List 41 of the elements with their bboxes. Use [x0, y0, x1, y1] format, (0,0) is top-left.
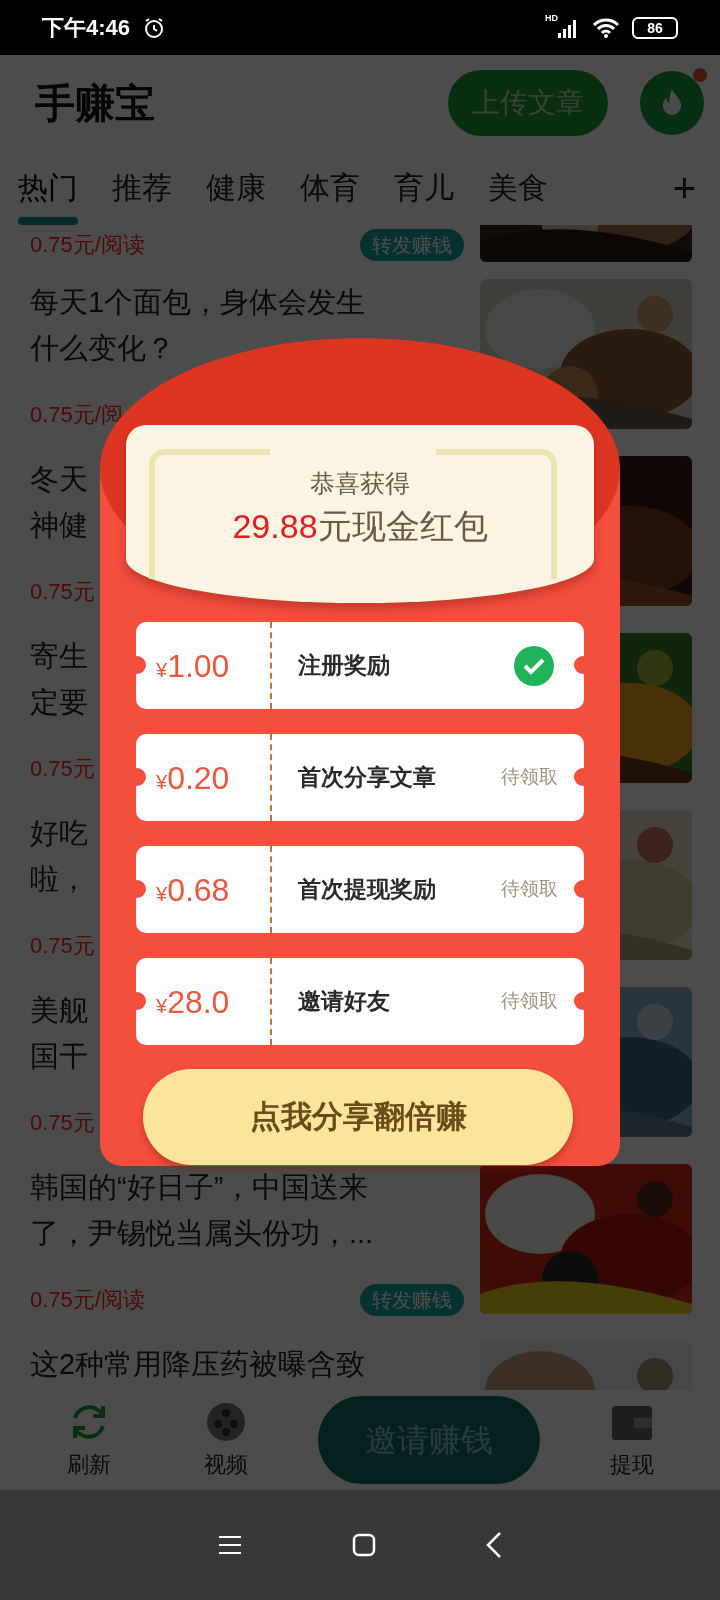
- article-reward: 0.75元: [30, 578, 95, 606]
- coupon-title: 首次分享文章: [298, 763, 436, 793]
- article-reward: 0.75元: [30, 1109, 95, 1137]
- article-reward: 0.75元: [30, 755, 95, 783]
- battery-indicator: 86: [632, 16, 678, 39]
- article-reward: 0.75元/阅读: [30, 231, 145, 259]
- share-double-button[interactable]: 点我分享翻倍赚: [143, 1069, 573, 1165]
- network-label: HD: [545, 12, 558, 25]
- menu-icon[interactable]: [218, 1535, 242, 1555]
- popup-heading: 恭喜获得: [310, 468, 410, 499]
- coupon-title: 邀请好友: [298, 987, 390, 1017]
- home-icon[interactable]: [352, 1533, 376, 1557]
- pending-status: 待领取: [501, 877, 558, 902]
- coupon-title: 首次提现奖励: [298, 875, 436, 905]
- coupon-amount: ¥28.0: [156, 982, 230, 1022]
- coupon-amount: ¥0.68: [156, 870, 230, 910]
- pending-status: 待领取: [501, 765, 558, 790]
- wifi-icon: [592, 16, 620, 39]
- pending-status: 待领取: [501, 989, 558, 1014]
- article-title: 韩国的“好日子”，中国送来: [30, 1170, 369, 1205]
- coupon-amount: ¥0.20: [156, 758, 230, 798]
- article-title: 定要: [30, 685, 88, 720]
- article-title: 什么变化？: [30, 331, 175, 366]
- article-title: 美舰: [30, 993, 88, 1028]
- coupon-title: 注册奖励: [298, 651, 390, 681]
- article-title: 啦，: [30, 862, 88, 897]
- back-icon[interactable]: [486, 1532, 502, 1558]
- article-title: 这2种常用降压药被曝含致: [30, 1347, 366, 1382]
- app-title: 手赚宝: [35, 79, 155, 127]
- article-title: 神健: [30, 508, 88, 543]
- coupon-amount: ¥1.00: [156, 646, 230, 686]
- article-title: 寄生: [30, 639, 88, 674]
- article-title: 了，尹锡悦当属头份功，...: [30, 1216, 374, 1251]
- article-title: 好吃: [30, 816, 88, 851]
- article-reward: 0.75元/阅读: [30, 1286, 145, 1314]
- status-time: 下午4:46: [42, 14, 131, 42]
- article-title: 国干: [30, 1039, 88, 1074]
- article-title: 冬天: [30, 462, 88, 497]
- article-title: 每天1个面包，身体会发生: [30, 285, 366, 320]
- article-reward: 0.75元: [30, 932, 95, 960]
- prize-amount: 29.88元现金红包: [232, 506, 488, 547]
